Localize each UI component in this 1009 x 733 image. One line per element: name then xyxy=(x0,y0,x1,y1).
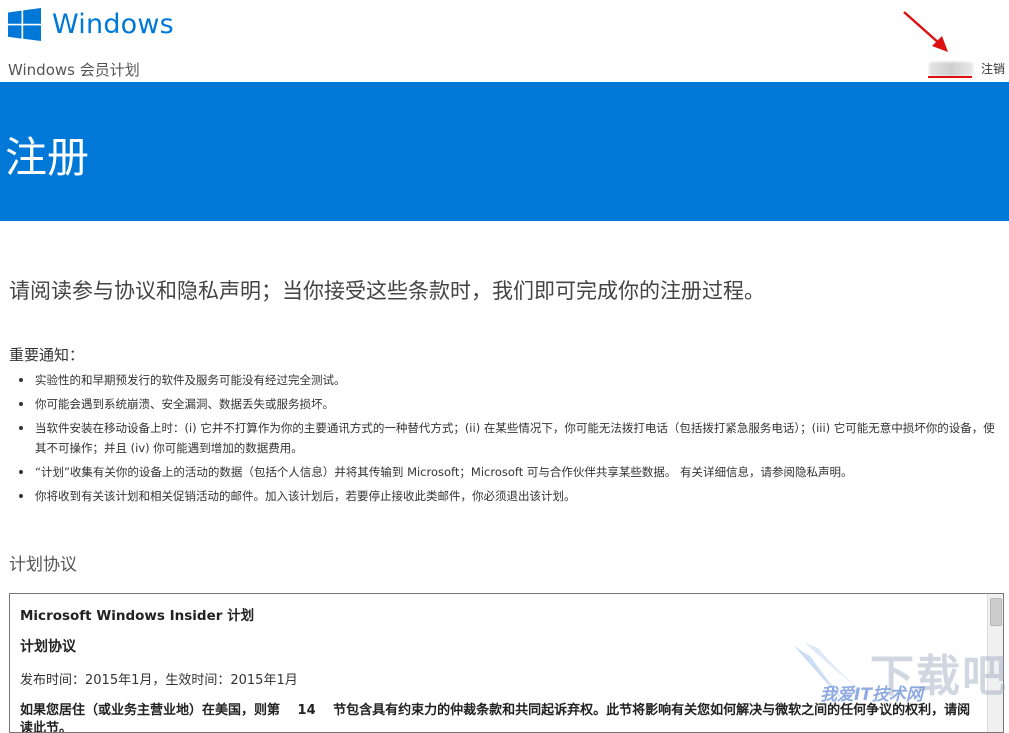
intro-text: 请阅读参与协议和隐私声明；当你接受这些条款时，我们即可完成你的注册过程。 xyxy=(9,279,765,303)
notice-item: 当软件安装在移动设备上时：(i) 它并不打算作为你的主要通讯方式的一种替代方式；… xyxy=(9,418,1004,458)
notice-item: 你将收到有关该计划和相关促销活动的邮件。加入该计划后，若要停止接收此类邮件，你必… xyxy=(9,486,1004,506)
agreement-heading: Microsoft Windows Insider 计划 xyxy=(20,608,255,624)
windows-logo[interactable]: Windows xyxy=(8,8,174,41)
signout-link[interactable]: 注销 xyxy=(981,60,1005,77)
notice-item: “计划”收集有关你的设备上的活动的数据（包括个人信息）并将其传输到 Micros… xyxy=(9,462,1004,482)
notice-item: 你可能会遇到系统崩溃、安全漏洞、数据丢失或服务损坏。 xyxy=(9,394,1004,414)
user-area: 注销 xyxy=(928,60,1005,77)
notice-title: 重要通知： xyxy=(9,346,85,364)
logo-text: Windows xyxy=(52,9,174,40)
red-underline-annotation xyxy=(928,76,972,78)
agreement-paragraph: 如果您居住（或业务主营业地）在美国，则第 14 节包含具有约束力的仲裁条款和共同… xyxy=(20,703,971,733)
scrollbar-thumb[interactable] xyxy=(990,598,1002,626)
notice-list: 实验性的和早期预发行的软件及服务可能没有经过完全测试。 你可能会遇到系统崩溃、安… xyxy=(9,370,1004,510)
agreement-content: Microsoft Windows Insider 计划 计划协议 发布时间：2… xyxy=(20,604,980,733)
agreement-subheading: 计划协议 xyxy=(20,639,76,655)
site-header: Windows Windows 会员计划 注销 xyxy=(0,0,1009,82)
windows-logo-icon xyxy=(8,8,41,41)
watermark-site-text: 我爱IT技术网 xyxy=(820,685,923,705)
page-title: 注册 xyxy=(5,133,90,182)
program-name[interactable]: Windows 会员计划 xyxy=(8,59,140,80)
page-banner: 注册 xyxy=(0,82,1009,221)
notice-item: 实验性的和早期预发行的软件及服务可能没有经过完全测试。 xyxy=(9,370,1004,390)
red-arrow-annotation-icon xyxy=(903,11,948,52)
agreement-section-title: 计划协议 xyxy=(9,555,77,575)
user-name-blurred[interactable] xyxy=(928,61,973,76)
agreement-scroll-box[interactable]: Microsoft Windows Insider 计划 计划协议 发布时间：2… xyxy=(9,593,1004,733)
